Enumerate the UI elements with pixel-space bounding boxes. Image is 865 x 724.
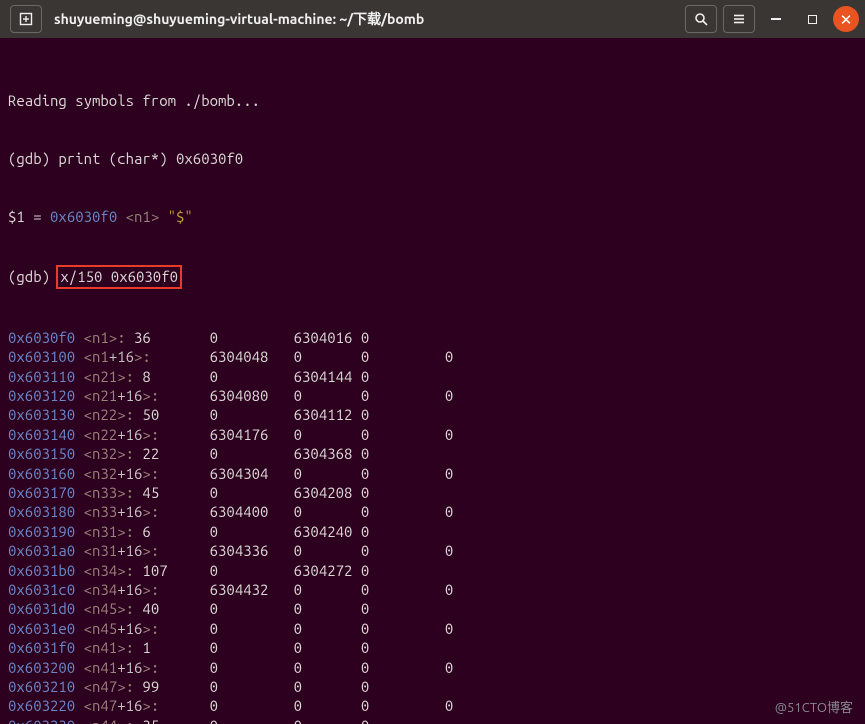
- output-line: (gdb) x/150 0x6030f0: [8, 265, 857, 288]
- window-title: shuyueming@shuyueming-virtual-machine: ~…: [54, 9, 424, 29]
- maximize-icon: [808, 15, 817, 24]
- memory-row: 0x6031b0 <n34>: 107 0 6304272 0: [8, 561, 857, 580]
- memory-row: 0x603140 <n22+16>: 6304176 0 0 0: [8, 425, 857, 444]
- minimize-icon: [771, 18, 781, 20]
- menu-button[interactable]: [723, 5, 755, 33]
- search-icon: [694, 12, 708, 26]
- memory-row: 0x603100 <n1+16>: 6304048 0 0 0: [8, 347, 857, 366]
- watermark: @51CTO博客: [775, 697, 853, 716]
- search-button[interactable]: [685, 5, 717, 33]
- memory-row: 0x6031a0 <n31+16>: 6304336 0 0 0: [8, 541, 857, 560]
- memory-row: 0x603150 <n32>: 22 0 6304368 0: [8, 444, 857, 463]
- close-icon: ✕: [840, 12, 853, 27]
- highlighted-command: x/150 0x6030f0: [56, 265, 182, 288]
- titlebar: shuyueming@shuyueming-virtual-machine: ~…: [0, 0, 865, 38]
- hamburger-icon: [732, 12, 746, 26]
- close-button[interactable]: ✕: [833, 6, 859, 32]
- memory-row: 0x6031e0 <n45+16>: 0 0 0 0: [8, 619, 857, 638]
- memory-row: 0x603220 <n47+16>: 0 0 0 0: [8, 696, 857, 715]
- memory-row: 0x603120 <n21+16>: 6304080 0 0 0: [8, 386, 857, 405]
- minimize-button[interactable]: [761, 6, 791, 32]
- memory-row: 0x6031c0 <n34+16>: 6304432 0 0 0: [8, 580, 857, 599]
- memory-row: 0x603230 <n44>: 35 0 0 0: [8, 716, 857, 724]
- memory-row: 0x603160 <n32+16>: 6304304 0 0 0: [8, 464, 857, 483]
- output-line: $1 = 0x6030f0 <n1> "$": [8, 207, 857, 226]
- terminal-window: shuyueming@shuyueming-virtual-machine: ~…: [0, 0, 865, 724]
- terminal-output[interactable]: Reading symbols from ./bomb... (gdb) pri…: [0, 38, 865, 724]
- output-line: (gdb) print (char*) 0x6030f0: [8, 149, 857, 168]
- maximize-button[interactable]: [797, 6, 827, 32]
- memory-row: 0x603200 <n41+16>: 0 0 0 0: [8, 658, 857, 677]
- memory-row: 0x603110 <n21>: 8 0 6304144 0: [8, 367, 857, 386]
- new-tab-button[interactable]: [10, 5, 42, 33]
- new-tab-icon: [19, 12, 33, 26]
- memory-dump: 0x6030f0 <n1>: 36 0 6304016 00x603100 <n…: [8, 328, 857, 724]
- memory-row: 0x603170 <n33>: 45 0 6304208 0: [8, 483, 857, 502]
- memory-row: 0x603130 <n22>: 50 0 6304112 0: [8, 405, 857, 424]
- memory-row: 0x603190 <n31>: 6 0 6304240 0: [8, 522, 857, 541]
- memory-row: 0x603180 <n33+16>: 6304400 0 0 0: [8, 502, 857, 521]
- memory-row: 0x6031f0 <n41>: 1 0 0 0: [8, 638, 857, 657]
- memory-row: 0x6030f0 <n1>: 36 0 6304016 0: [8, 328, 857, 347]
- output-line: Reading symbols from ./bomb...: [8, 91, 857, 110]
- memory-row: 0x603210 <n47>: 99 0 0 0: [8, 677, 857, 696]
- memory-row: 0x6031d0 <n45>: 40 0 0 0: [8, 599, 857, 618]
